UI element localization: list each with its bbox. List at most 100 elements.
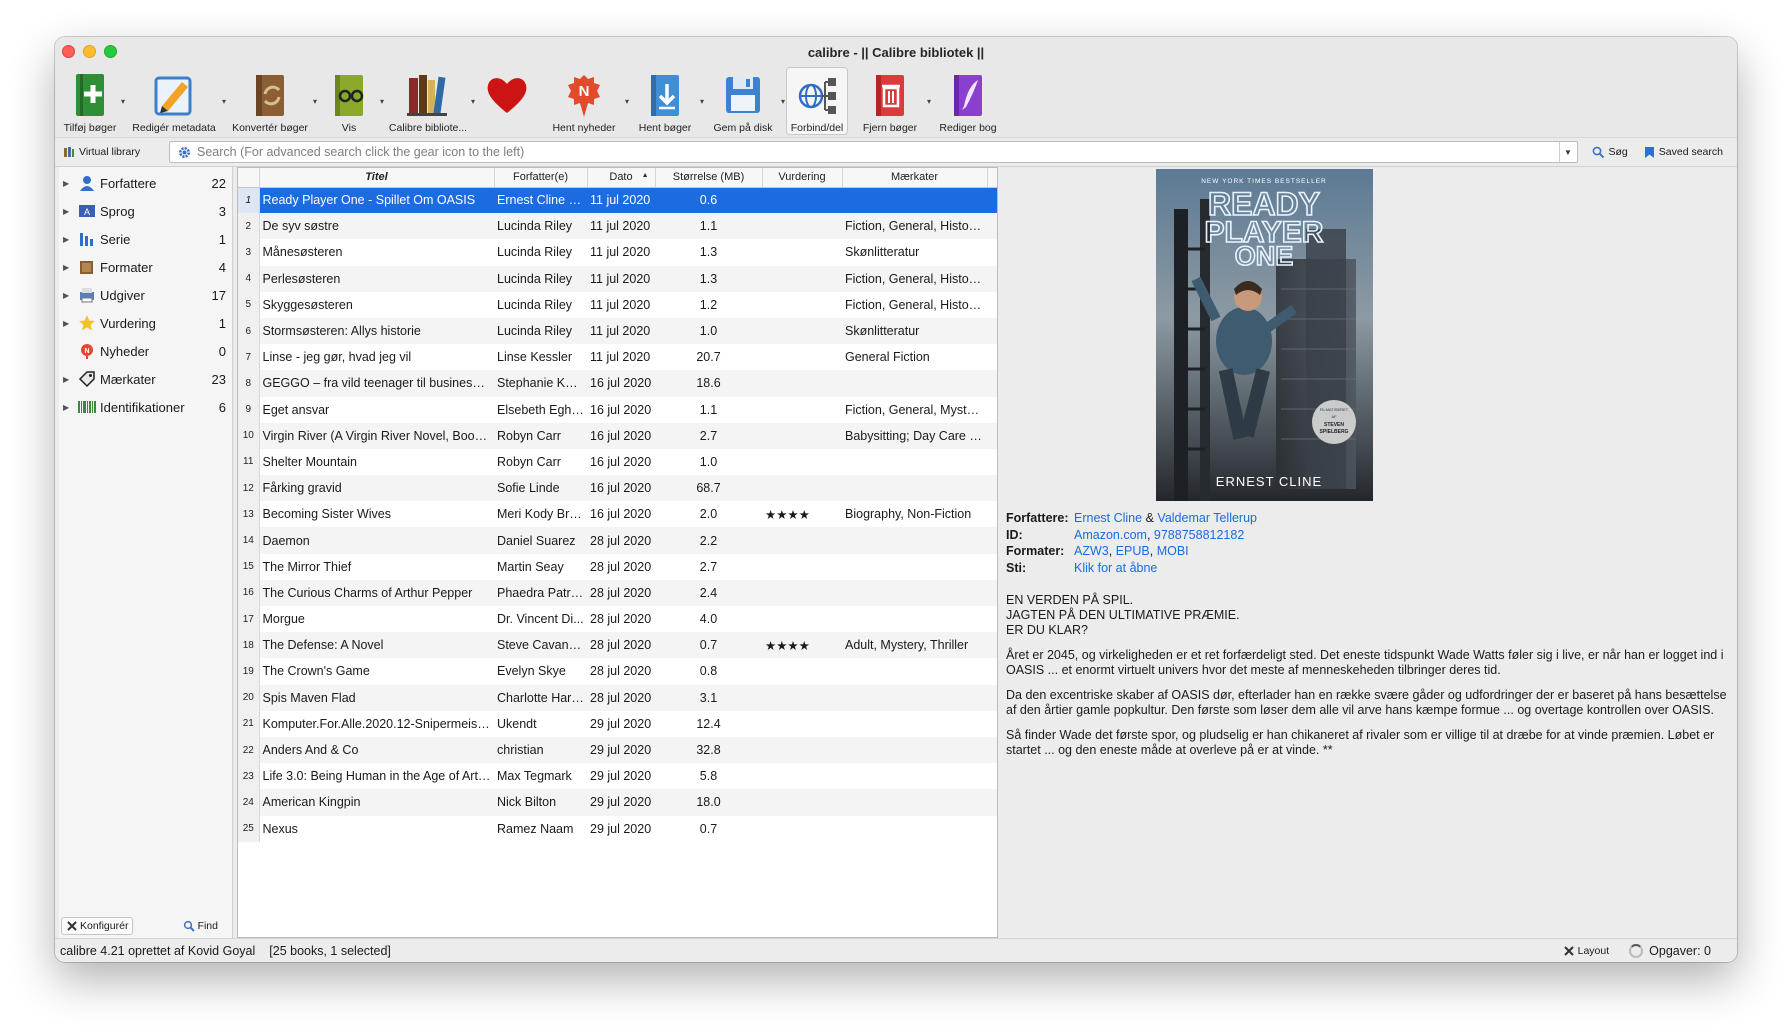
toolbar-button-library-books[interactable]: Calibre bibliote... ▾ [385,67,475,135]
table-row[interactable]: 9 Eget ansvar Elsebeth Egho... 16 jul 2020 1… [238,396,997,423]
expand-arrow-icon[interactable]: ▶ [63,403,77,412]
table-row[interactable]: 1 Ready Player One - Spillet Om OASIS Erne… [238,187,997,214]
cell-rating [762,579,842,606]
column-header-extra[interactable] [987,168,997,188]
find-button[interactable]: Find [183,920,218,932]
expand-arrow-icon[interactable]: ▶ [63,207,77,216]
id-link-isbn[interactable]: 9788758812182 [1154,527,1244,544]
toolbar-button-remove-books[interactable]: Fjern bøger ▾ [853,67,931,135]
format-link-mobi[interactable]: MOBI [1157,543,1189,560]
expand-arrow-icon[interactable]: ▶ [63,179,77,188]
table-row[interactable]: 5 Skyggesøsteren Lucinda Riley 11 jul 2020 1… [238,291,997,318]
close-window-button[interactable] [62,45,75,58]
search-button[interactable]: Søg [1592,146,1628,159]
table-row[interactable]: 7 Linse - jeg gør, hvad jeg vil Linse Kess… [238,344,997,371]
toolbar-button-add-book[interactable]: Tilføj bøger ▾ [59,67,125,135]
table-row[interactable]: 25 Nexus Ramez Naam 29 jul 2020 0.7 [238,815,997,842]
toolbar-button-edit-metadata[interactable]: Redigér metadata ▾ [126,67,226,135]
expand-arrow-icon[interactable]: ▶ [63,375,77,384]
table-row[interactable]: 18 The Defense: A Novel Steve Cavanagh 28 j… [238,632,997,659]
toolbar-dropdown-arrow-icon[interactable]: ▾ [625,97,629,106]
column-header-date[interactable]: Dato [587,168,656,188]
tag-browser-item-barcode[interactable]: ▶ Identifikationer 6 [59,393,232,421]
tag-browser-item-tags[interactable]: ▶ Mærkater 23 [59,365,232,393]
column-header-tags[interactable]: Mærkater [842,168,988,188]
table-row[interactable]: 14 Daemon Daniel Suarez 28 jul 2020 2.2 [238,527,997,554]
toolbar-button-connect-share[interactable]: Forbind/del [786,67,848,135]
toolbar-dropdown-arrow-icon[interactable]: ▾ [380,97,384,106]
expand-arrow-icon[interactable]: ▶ [63,235,77,244]
column-header-title[interactable]: Titel [259,168,495,188]
table-row[interactable]: 12 Fårking gravid Sofie Linde 16 jul 2020 68… [238,475,997,502]
table-row[interactable]: 20 Spis Maven Flad Charlotte Hart... 28 jul… [238,684,997,711]
format-link-azw3[interactable]: AZW3 [1074,543,1109,560]
jobs-button[interactable]: Opgaver: 0 [1629,943,1711,958]
toolbar-dropdown-arrow-icon[interactable]: ▾ [222,97,226,106]
tag-browser-item-star[interactable]: ▶ Vurdering 1 [59,309,232,337]
table-row[interactable]: 4 Perlesøsteren Lucinda Riley 11 jul 2020 1.… [238,265,997,292]
format-link-epub[interactable]: EPUB [1116,543,1150,560]
table-row[interactable]: 8 GEGGO – fra vild teenager til businessk… [238,370,997,397]
tag-browser-item-language[interactable]: ▶ A Sprog 3 [59,197,232,225]
table-row[interactable]: 11 Shelter Mountain Robyn Carr 16 jul 2020 1… [238,448,997,476]
virtual-library-button[interactable]: Virtual library [59,146,169,158]
author-link-1[interactable]: Ernest Cline [1074,510,1142,527]
cover-badge-line-2: AF [1331,414,1337,419]
cell-size: 1.1 [655,213,762,240]
toolbar-dropdown-arrow-icon[interactable]: ▾ [121,97,125,106]
tag-browser-count: 6 [218,399,226,415]
table-row[interactable]: 23 Life 3.0: Being Human in the Age of Ar… [238,763,997,790]
toolbar-dropdown-arrow-icon[interactable]: ▾ [781,97,785,106]
path-link[interactable]: Klik for at åbne [1074,560,1157,577]
layout-button[interactable]: Layout [1563,945,1609,957]
table-row[interactable]: 22 Anders And & Co christian 29 jul 2020 32.… [238,736,997,764]
id-link-amazon[interactable]: Amazon.com [1074,527,1147,544]
table-row[interactable]: 2 De syv søstre Lucinda Riley 11 jul 2020 1.… [238,213,997,240]
table-row[interactable]: 21 Komputer.For.Alle.2020.12-Snipermeiste… [238,710,997,737]
tag-browser-item-series[interactable]: ▶ Serie 1 [59,225,232,253]
gear-icon[interactable] [178,146,191,159]
tag-browser-item-authors[interactable]: ▶ Forfattere 22 [59,169,232,197]
table-row[interactable]: 13 Becoming Sister Wives Meri Kody Bro... 1… [238,501,997,528]
toolbar-button-get-books[interactable]: Hent bøger ▾ [630,67,704,135]
column-header-authors[interactable]: Forfatter(e) [494,168,588,188]
zoom-window-button[interactable] [104,45,117,58]
column-header-rating[interactable]: Vurdering [762,168,843,188]
toolbar-button-save-disk[interactable]: Gem på disk ▾ [705,67,785,135]
toolbar-button-view-book[interactable]: Vis ▾ [318,67,384,135]
table-row[interactable]: 19 The Crown's Game Evelyn Skye 28 jul 2020… [238,658,997,685]
expand-arrow-icon[interactable]: ▶ [63,291,77,300]
expand-arrow-icon[interactable]: ▶ [63,319,77,328]
configure-button[interactable]: Konfigurér [61,917,134,935]
table-row[interactable]: 15 The Mirror Thief Martin Seay 28 jul 2020… [238,553,997,580]
toolbar-dropdown-arrow-icon[interactable]: ▾ [927,97,931,106]
search-input[interactable] [197,145,1559,159]
expand-arrow-icon[interactable]: ▶ [63,263,77,272]
tag-browser-item-formats[interactable]: ▶ Formater 4 [59,253,232,281]
tag-browser-item-news[interactable]: N Nyheder 0 [59,337,232,365]
toolbar-dropdown-arrow-icon[interactable]: ▾ [700,97,704,106]
table-row[interactable]: 6 Stormsøsteren: Allys historie Lucinda Ri… [238,317,997,345]
column-header-size[interactable]: Størrelse (MB) [655,168,763,188]
tag-browser-item-publisher[interactable]: ▶ Udgiver 17 [59,281,232,309]
table-row[interactable]: 10 Virgin River (A Virgin River Novel, Bo… [238,422,997,449]
cell-author: Max Tegmark [497,769,572,784]
saved-search-button[interactable]: Saved search [1644,146,1723,159]
toolbar-button-heart[interactable] [476,67,538,135]
cell-tags [842,658,987,684]
toolbar-dropdown-arrow-icon[interactable]: ▾ [313,97,317,106]
table-row[interactable]: 3 Månesøsteren Lucinda Riley 11 jul 2020 1.3… [238,239,997,266]
table-row[interactable]: 17 Morgue Dr. Vincent Di... 28 jul 2020 4.0 [238,606,997,633]
table-row[interactable]: 16 The Curious Charms of Arthur Pepper Pha… [238,579,997,606]
toolbar-button-edit-book[interactable]: Rediger bog [932,67,1004,135]
toolbar-button-convert-books[interactable]: Konvertér bøger ▾ [227,67,317,135]
cell-extra [987,501,997,527]
book-cover[interactable]: NEW YORK TIMES BESTSELLER READY PLAYER O… [1156,169,1373,501]
cell-date: 29 jul 2020 [587,789,655,816]
author-link-2[interactable]: Valdemar Tellerup [1157,510,1257,527]
search-history-dropdown[interactable]: ▼ [1558,142,1577,162]
minimize-window-button[interactable] [83,45,96,58]
table-row[interactable]: 24 American Kingpin Nick Bilton 29 jul 2020… [238,789,997,816]
toolbar-button-fetch-news[interactable]: N Hent nyheder ▾ [543,67,629,135]
toolbar-dropdown-arrow-icon[interactable]: ▾ [471,97,475,106]
